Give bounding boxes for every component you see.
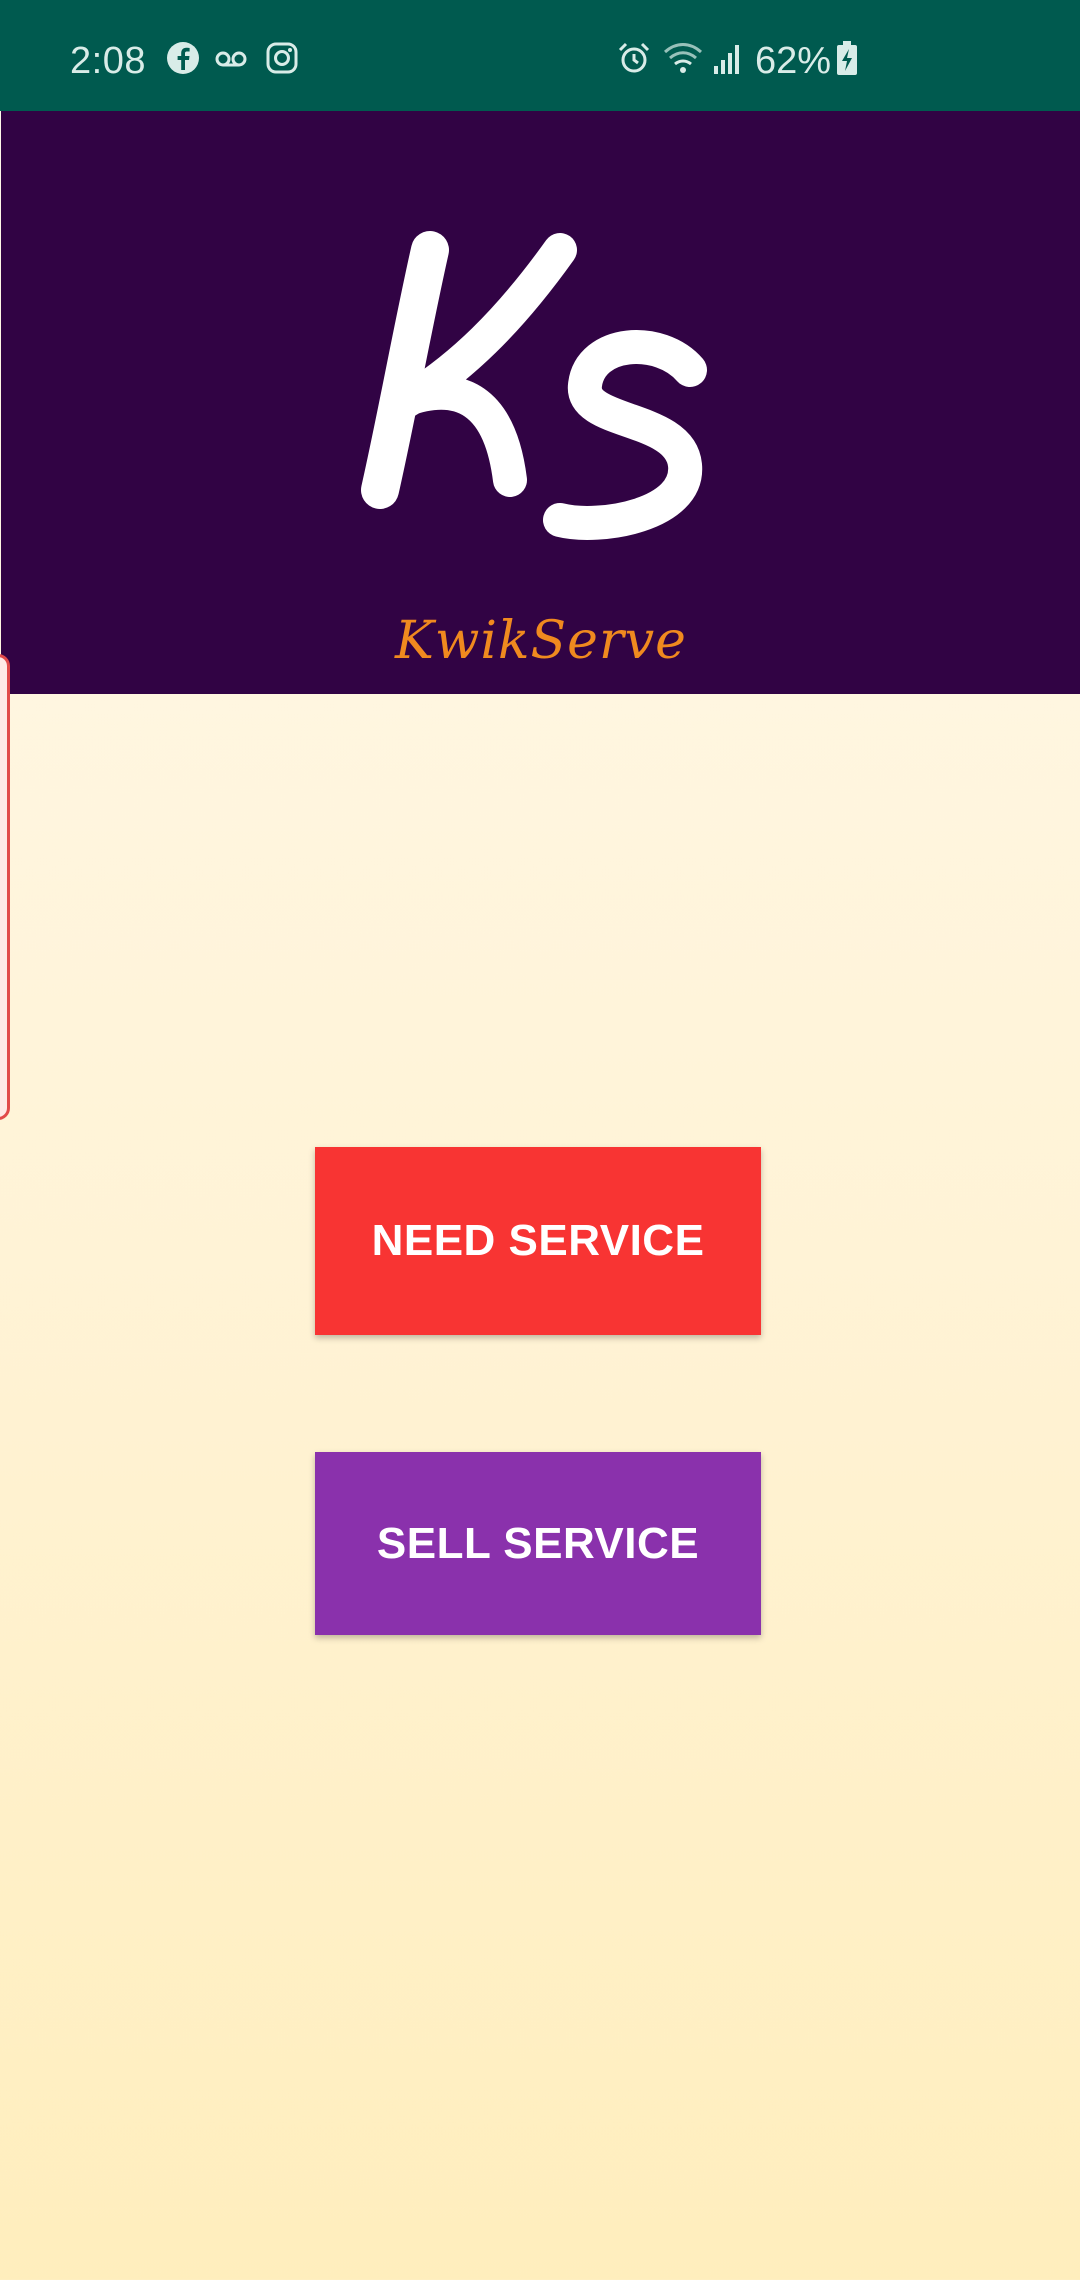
wifi-icon <box>663 43 703 73</box>
ks-logo <box>361 231 707 540</box>
sell-service-button[interactable]: SELL SERVICE <box>315 1452 761 1635</box>
header-banner: KwikServe <box>1 111 1080 694</box>
signal-icon <box>714 45 739 74</box>
battery-percentage: 62% <box>755 40 832 82</box>
app-name: KwikServe <box>395 611 687 671</box>
status-time: 2:08 <box>70 40 146 82</box>
battery-charging-icon <box>837 41 857 75</box>
facebook-icon <box>167 42 199 74</box>
status-bar: 2:08 62% <box>0 0 1080 111</box>
voicemail-icon <box>215 51 247 67</box>
need-service-button[interactable]: NEED SERVICE <box>315 1147 761 1335</box>
edge-panel-handle[interactable] <box>0 654 10 1120</box>
alarm-icon <box>618 42 650 73</box>
instagram-icon <box>266 42 298 74</box>
